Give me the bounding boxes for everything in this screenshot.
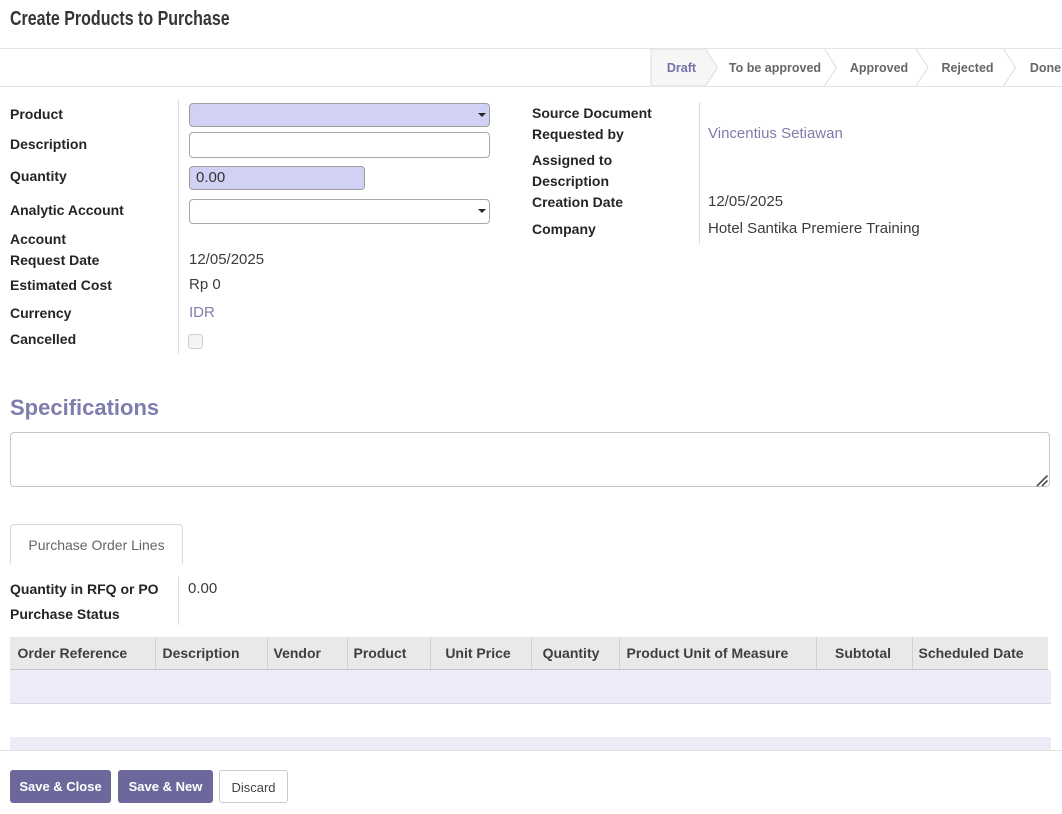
svg-text:Rejected: Rejected bbox=[941, 61, 993, 75]
svg-text:To be approved: To be approved bbox=[729, 61, 821, 75]
svg-text:Done: Done bbox=[1030, 61, 1061, 75]
svg-text:Approved: Approved bbox=[850, 61, 908, 75]
svg-text:Draft: Draft bbox=[667, 61, 697, 75]
